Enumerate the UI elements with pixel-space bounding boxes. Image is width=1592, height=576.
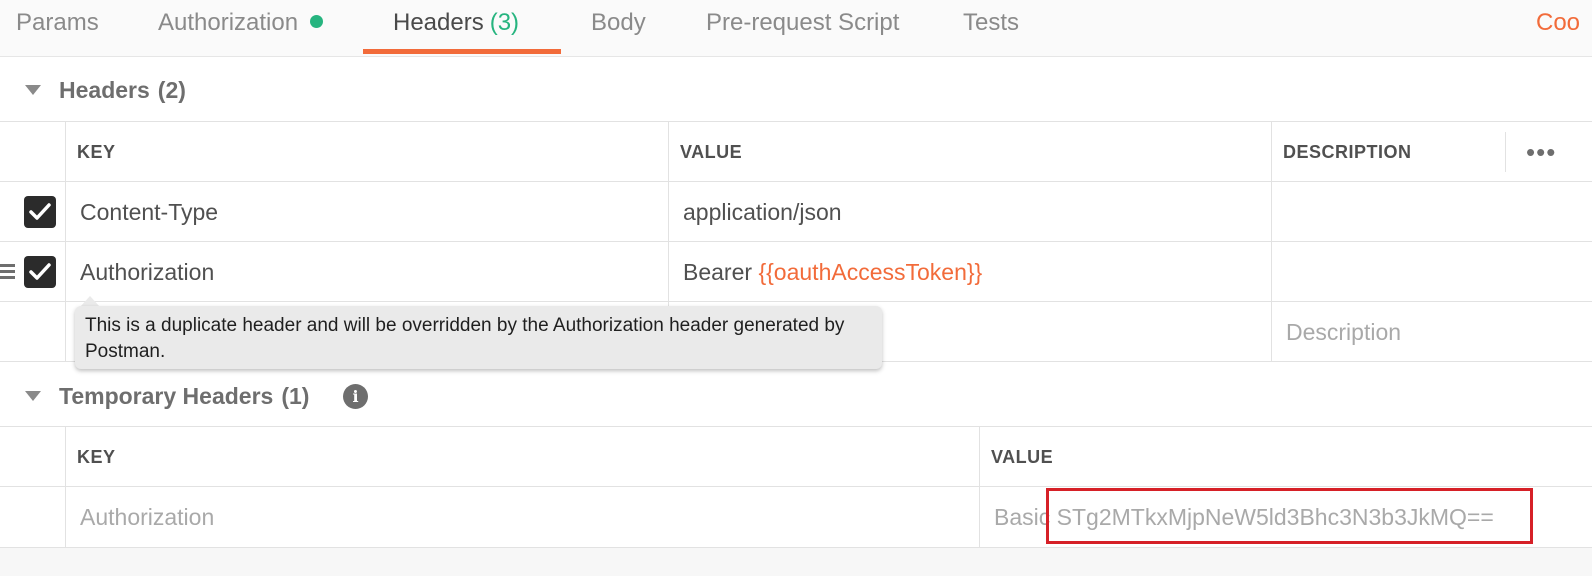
footer-area bbox=[0, 548, 1592, 576]
temporary-key-text: Authorization bbox=[80, 504, 215, 530]
info-icon[interactable]: i bbox=[343, 384, 368, 409]
tab-body-label: Body bbox=[591, 9, 646, 36]
header-description-cell[interactable] bbox=[1271, 182, 1592, 241]
header-value-text: Bearer {{oauthAccessToken}} bbox=[683, 242, 982, 302]
temporary-headers-count: (1) bbox=[281, 383, 310, 409]
tab-tests-label: Tests bbox=[963, 9, 1020, 36]
header-description-cell[interactable] bbox=[1271, 242, 1592, 301]
tab-headers-count: (3) bbox=[489, 9, 520, 36]
tab-pre-request-script[interactable]: Pre-request Script bbox=[706, 0, 899, 56]
tab-headers-label: Headers bbox=[393, 9, 484, 36]
environment-variable: {{oauthAccessToken}} bbox=[758, 259, 983, 285]
tab-headers[interactable]: Headers (3) bbox=[393, 0, 519, 56]
tab-params-label: Params bbox=[16, 9, 99, 36]
tab-authorization[interactable]: Authorization bbox=[158, 0, 324, 56]
column-resize-divider[interactable] bbox=[1505, 132, 1506, 172]
header-enabled-checkbox[interactable] bbox=[24, 256, 56, 288]
request-tab-bar: Params Authorization Headers (3) Body Pre… bbox=[0, 0, 1592, 57]
headers-table-header: KEY VALUE DESCRIPTION ••• bbox=[0, 121, 1592, 182]
table-row: Authorization Bearer {{oauthAccessToken}… bbox=[0, 242, 1592, 302]
key-column-label: KEY bbox=[77, 142, 116, 162]
key-column-label: KEY bbox=[77, 447, 116, 467]
header-key-cell[interactable]: Authorization bbox=[65, 242, 668, 301]
temporary-headers-section-toggle[interactable]: Temporary Headers (1) i bbox=[0, 376, 1592, 416]
tab-authorization-label: Authorization bbox=[158, 9, 299, 36]
temporary-headers-label: Temporary Headers bbox=[59, 383, 274, 409]
headers-section-title: Headers (2) bbox=[59, 70, 186, 110]
status-dot-icon bbox=[310, 15, 324, 28]
header-value-cell[interactable]: Bearer {{oauthAccessToken}} bbox=[668, 242, 1271, 301]
active-tab-indicator bbox=[363, 49, 561, 54]
description-column-label: DESCRIPTION bbox=[1283, 142, 1412, 162]
caret-down-icon bbox=[25, 85, 41, 95]
temporary-key-cell: Authorization bbox=[65, 487, 979, 547]
headers-section-label: Headers bbox=[59, 77, 150, 103]
value-column-header: VALUE bbox=[979, 427, 1592, 486]
checkmark-icon bbox=[29, 203, 51, 220]
caret-down-icon bbox=[25, 391, 41, 401]
value-column-header: VALUE bbox=[668, 122, 1271, 181]
header-key-cell[interactable]: Content-Type bbox=[65, 182, 668, 241]
tab-pre-request-script-label: Pre-request Script bbox=[706, 9, 900, 36]
value-prefix: Bearer bbox=[683, 259, 759, 285]
headers-section-toggle[interactable]: Headers (2) bbox=[0, 70, 1592, 110]
description-placeholder: Description bbox=[1286, 319, 1402, 345]
header-value-text: application/json bbox=[683, 199, 842, 225]
temporary-headers-table-header: KEY VALUE bbox=[0, 426, 1592, 487]
header-enabled-checkbox[interactable] bbox=[24, 196, 56, 228]
value-column-label: VALUE bbox=[991, 447, 1054, 467]
new-description-cell[interactable]: Description bbox=[1271, 302, 1592, 361]
tab-body[interactable]: Body bbox=[591, 0, 646, 56]
drag-handle-icon[interactable] bbox=[0, 264, 15, 280]
headers-section-count: (2) bbox=[157, 77, 186, 103]
checkmark-icon bbox=[29, 263, 51, 280]
highlight-annotation-box bbox=[1046, 488, 1533, 544]
value-column-label: VALUE bbox=[680, 142, 743, 162]
tab-tests[interactable]: Tests bbox=[963, 0, 1019, 56]
header-key-text: Authorization bbox=[80, 259, 215, 285]
more-horizontal-icon[interactable]: ••• bbox=[1526, 139, 1556, 165]
header-value-cell[interactable]: application/json bbox=[668, 182, 1271, 241]
key-column-header: KEY bbox=[65, 427, 979, 486]
header-key-text: Content-Type bbox=[80, 199, 219, 225]
key-column-header: KEY bbox=[65, 122, 668, 181]
temporary-headers-title: Temporary Headers (1) bbox=[59, 376, 309, 416]
cookies-link[interactable]: Coo bbox=[1536, 0, 1580, 46]
tab-params[interactable]: Params bbox=[16, 0, 99, 56]
duplicate-header-tooltip: This is a duplicate header and will be o… bbox=[75, 306, 882, 369]
table-row: Content-Type application/json bbox=[0, 182, 1592, 242]
